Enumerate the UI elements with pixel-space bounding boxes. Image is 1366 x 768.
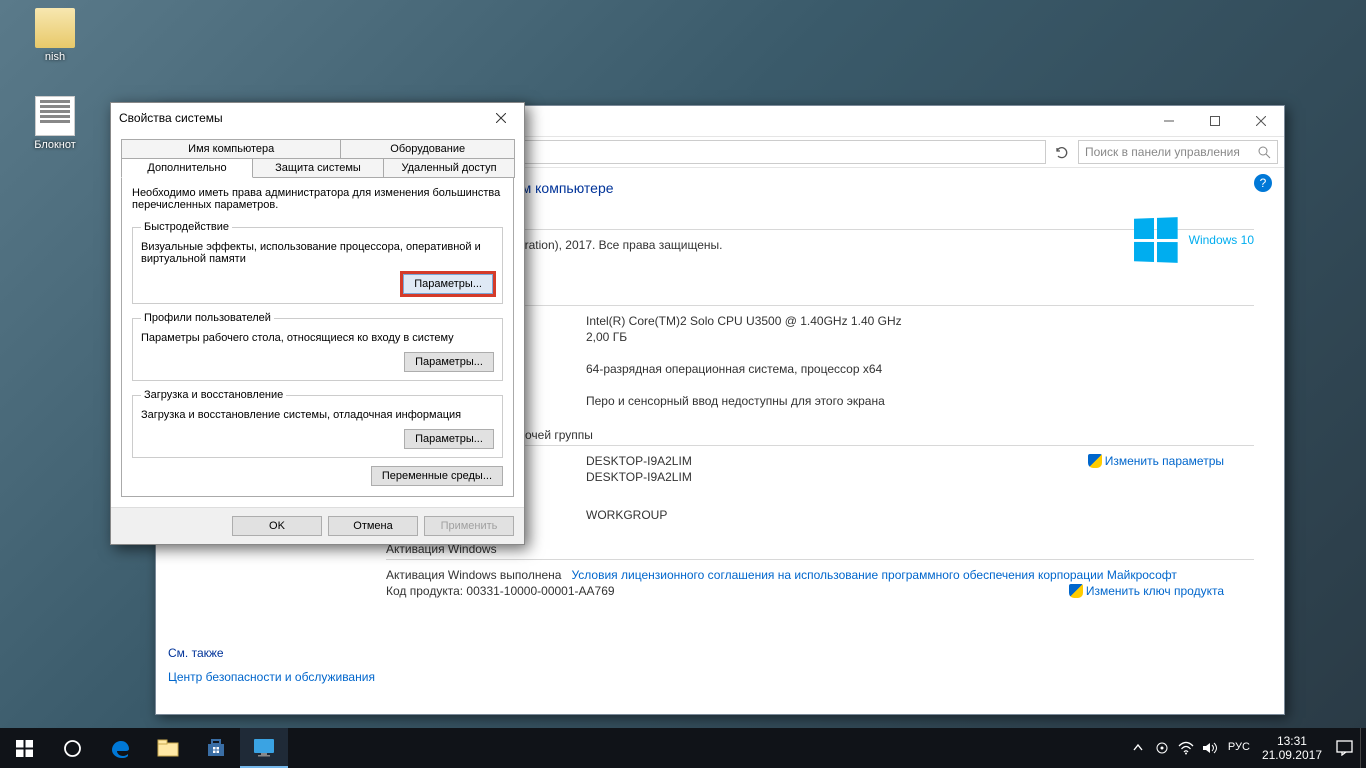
admin-note: Необходимо иметь права администратора дл… [132, 187, 503, 211]
taskbar-cortana[interactable] [48, 728, 96, 768]
tab-remote[interactable]: Удаленный доступ [383, 158, 515, 178]
tray-time: 13:31 [1262, 734, 1322, 748]
close-button[interactable] [1238, 106, 1284, 136]
fieldset-text: Загрузка и восстановление системы, отлад… [141, 409, 494, 421]
cpu-value: Intel(R) Core(TM)2 Solo CPU U3500 @ 1.40… [586, 314, 1254, 328]
tray-network-icon[interactable] [1174, 728, 1198, 768]
system-type-value: 64-разрядная операционная система, проце… [586, 362, 1254, 376]
shield-icon [1069, 584, 1083, 598]
tray-volume-icon[interactable] [1198, 728, 1222, 768]
profiles-settings-button[interactable]: Параметры... [404, 352, 494, 372]
profiles-fieldset: Профили пользователей Параметры рабочего… [132, 312, 503, 381]
ok-button[interactable]: OK [232, 516, 322, 536]
environment-variables-button[interactable]: Переменные среды... [371, 466, 503, 486]
tray-clock[interactable]: 13:31 21.09.2017 [1256, 734, 1328, 763]
show-desktop-button[interactable] [1360, 728, 1366, 768]
system-tray: РУС 13:31 21.09.2017 [1126, 728, 1366, 768]
see-also-section: См. также Центр безопасности и обслужива… [168, 646, 375, 688]
folder-icon [35, 8, 75, 48]
shield-icon [1088, 454, 1102, 468]
search-icon [1258, 146, 1271, 159]
windows-logo-icon [1134, 217, 1178, 263]
product-key-value: 00331-10000-00001-AA769 [466, 584, 614, 598]
text-file-icon [35, 96, 75, 136]
tab-content-advanced: Необходимо иметь права администратора дл… [121, 176, 514, 497]
tray-location-icon[interactable] [1150, 728, 1174, 768]
windows-logo-text: Windows 10 [1189, 233, 1254, 247]
cancel-button[interactable]: Отмена [328, 516, 418, 536]
startup-fieldset: Загрузка и восстановление Загрузка и вос… [132, 389, 503, 458]
startup-settings-button[interactable]: Параметры... [404, 429, 494, 449]
taskbar: РУС 13:31 21.09.2017 [0, 728, 1366, 768]
maximize-button[interactable] [1192, 106, 1238, 136]
dialog-title: Свойства системы [119, 111, 223, 125]
fieldset-legend: Профили пользователей [141, 312, 274, 324]
tray-overflow-icon[interactable] [1126, 728, 1150, 768]
tray-action-center-icon[interactable] [1328, 728, 1360, 768]
tab-advanced[interactable]: Дополнительно [121, 158, 253, 178]
taskbar-explorer[interactable] [144, 728, 192, 768]
fieldset-text: Визуальные эффекты, использование процес… [141, 241, 494, 265]
dialog-titlebar: Свойства системы [111, 103, 524, 133]
system-properties-dialog: Свойства системы Имя компьютера Оборудов… [110, 102, 525, 545]
activation-status: Активация Windows выполнена [386, 568, 561, 582]
fieldset-legend: Загрузка и восстановление [141, 389, 286, 401]
change-settings-link[interactable]: Изменить параметры [1088, 454, 1224, 468]
apply-button[interactable]: Применить [424, 516, 514, 536]
windows-logo: Windows 10 [1133, 218, 1254, 262]
tray-date: 21.09.2017 [1262, 748, 1322, 762]
search-placeholder: Поиск в панели управления [1085, 145, 1240, 159]
desktop-icon-label: nish [20, 51, 90, 63]
desktop-icon-notepad[interactable]: Блокнот [20, 96, 90, 151]
fieldset-text: Параметры рабочего стола, относящиеся ко… [141, 332, 494, 344]
change-product-key-link[interactable]: Изменить ключ продукта [1069, 584, 1224, 598]
touch-value: Перо и сенсорный ввод недоступны для это… [586, 394, 1254, 408]
full-name-value: DESKTOP-I9A2LIM [586, 470, 1254, 484]
license-link[interactable]: Условия лицензионного соглашения на испо… [571, 568, 1176, 582]
search-input[interactable]: Поиск в панели управления [1078, 140, 1278, 164]
refresh-button[interactable] [1050, 140, 1074, 164]
taskbar-edge[interactable] [96, 728, 144, 768]
tab-protection[interactable]: Защита системы [252, 158, 384, 178]
performance-settings-button[interactable]: Параметры... [402, 273, 494, 295]
tab-strip: Имя компьютера Оборудование Дополнительн… [121, 139, 514, 177]
tab-hardware[interactable]: Оборудование [340, 139, 515, 159]
product-key-label: Код продукта: [386, 584, 463, 598]
taskbar-store[interactable] [192, 728, 240, 768]
start-button[interactable] [0, 728, 48, 768]
tray-language[interactable]: РУС [1222, 741, 1256, 754]
see-also-link[interactable]: Центр безопасности и обслуживания [168, 666, 375, 688]
workgroup-value: WORKGROUP [586, 508, 1254, 522]
see-also-header: См. также [168, 646, 375, 660]
ram-value: 2,00 ГБ [586, 330, 1254, 344]
dialog-close-button[interactable] [486, 107, 516, 129]
minimize-button[interactable] [1146, 106, 1192, 136]
tab-computer-name[interactable]: Имя компьютера [121, 139, 341, 159]
desktop-icon-folder[interactable]: nish [20, 8, 90, 63]
fieldset-legend: Быстродействие [141, 221, 232, 233]
desktop-icon-label: Блокнот [20, 139, 90, 151]
dialog-footer: OK Отмена Применить [111, 507, 524, 544]
taskbar-control-panel[interactable] [240, 728, 288, 768]
performance-fieldset: Быстродействие Визуальные эффекты, испол… [132, 221, 503, 304]
